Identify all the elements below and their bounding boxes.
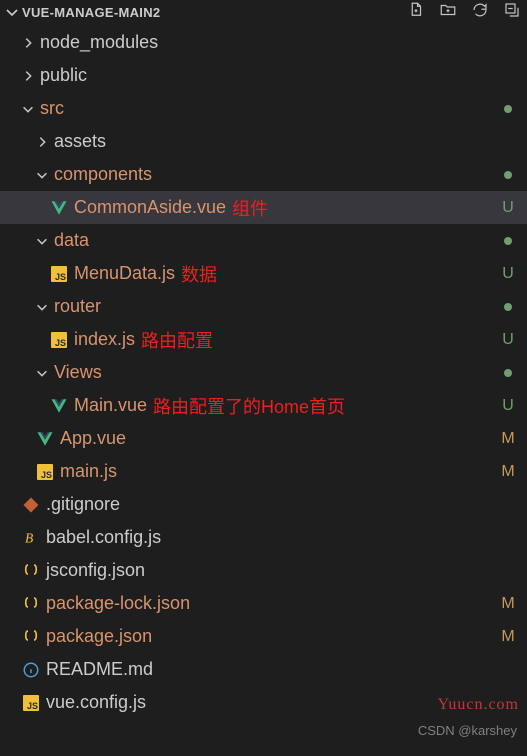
chevron-right-icon[interactable] (34, 135, 50, 149)
js-icon: JS (20, 695, 42, 711)
file-tree: node_modulespublic src assets components Com… (0, 24, 527, 719)
git-status-badge: U (499, 265, 517, 283)
header-actions (407, 1, 521, 24)
chevron-down-icon[interactable] (34, 366, 50, 380)
json-icon (20, 595, 42, 613)
file-label: .gitignore (46, 494, 120, 515)
tree-row[interactable]: JSindex.js 路由配置 U (0, 323, 527, 356)
tree-row[interactable]: data (0, 224, 527, 257)
tree-row[interactable]: CommonAside.vue 组件 U (0, 191, 527, 224)
git-modified-dot-icon (499, 369, 517, 377)
tree-row[interactable]: Bbabel.config.js (0, 521, 527, 554)
folder-label: public (40, 65, 87, 86)
git-status-badge: U (499, 331, 517, 349)
new-folder-icon[interactable] (439, 1, 457, 24)
file-label: MenuData.js (74, 263, 175, 284)
file-label: Main.vue (74, 395, 147, 416)
git-status-badge: M (499, 430, 517, 448)
json-icon (20, 628, 42, 646)
tree-row[interactable]: jsconfig.json (0, 554, 527, 587)
file-label: package.json (46, 626, 152, 647)
tree-row[interactable]: App.vue M (0, 422, 527, 455)
js-icon: JS (34, 464, 56, 480)
explorer-header: VUE-MANAGE-MAIN2 (0, 0, 527, 24)
watermark-site: Yuucn.com (438, 696, 519, 714)
tree-row[interactable]: package-lock.json M (0, 587, 527, 620)
chevron-down-icon[interactable] (4, 4, 20, 20)
annotation-label: 路由配置 (141, 327, 213, 353)
file-label: App.vue (60, 428, 126, 449)
tree-row[interactable]: package.json M (0, 620, 527, 653)
folder-label: components (54, 164, 152, 185)
tree-row[interactable]: public (0, 59, 527, 92)
git-status-badge: U (499, 397, 517, 415)
tree-row[interactable]: router (0, 290, 527, 323)
folder-label: router (54, 296, 101, 317)
git-status-badge: M (499, 628, 517, 646)
watermark-author: CSDN @karshey (418, 723, 517, 738)
file-label: jsconfig.json (46, 560, 145, 581)
folder-label: src (40, 98, 64, 119)
file-label: index.js (74, 329, 135, 350)
annotation-label: 组件 (232, 195, 268, 221)
tree-row[interactable]: README.md (0, 653, 527, 686)
folder-label: data (54, 230, 89, 251)
chevron-down-icon[interactable] (34, 234, 50, 248)
collapse-all-icon[interactable] (503, 1, 521, 24)
git-status-badge: M (499, 463, 517, 481)
annotation-label: 路由配置了的Home首页 (153, 393, 345, 419)
chevron-right-icon[interactable] (20, 69, 36, 83)
chevron-down-icon[interactable] (20, 102, 36, 116)
project-title: VUE-MANAGE-MAIN2 (22, 5, 407, 20)
tree-row[interactable]: components (0, 158, 527, 191)
file-label: main.js (60, 461, 117, 482)
git-icon (20, 496, 42, 514)
tree-row[interactable]: src (0, 92, 527, 125)
vue-icon (48, 199, 70, 217)
git-modified-dot-icon (499, 237, 517, 245)
file-label: vue.config.js (46, 692, 146, 713)
chevron-down-icon[interactable] (34, 300, 50, 314)
folder-label: node_modules (40, 32, 158, 53)
file-label: README.md (46, 659, 153, 680)
new-file-icon[interactable] (407, 1, 425, 24)
git-status-badge: U (499, 199, 517, 217)
annotation-label: 数据 (181, 261, 217, 287)
tree-row[interactable]: assets (0, 125, 527, 158)
js-icon: JS (48, 332, 70, 348)
tree-row[interactable]: .gitignore (0, 488, 527, 521)
git-modified-dot-icon (499, 303, 517, 311)
tree-row[interactable]: node_modules (0, 26, 527, 59)
tree-row[interactable]: JSMenuData.js 数据 U (0, 257, 527, 290)
git-modified-dot-icon (499, 105, 517, 113)
chevron-down-icon[interactable] (34, 168, 50, 182)
chevron-right-icon[interactable] (20, 36, 36, 50)
refresh-icon[interactable] (471, 1, 489, 24)
info-icon (20, 661, 42, 679)
git-modified-dot-icon (499, 171, 517, 179)
json-icon (20, 562, 42, 580)
vue-icon (34, 430, 56, 448)
tree-row[interactable]: Views (0, 356, 527, 389)
file-label: package-lock.json (46, 593, 190, 614)
svg-text:B: B (25, 530, 33, 545)
vue-icon (48, 397, 70, 415)
folder-label: assets (54, 131, 106, 152)
file-label: CommonAside.vue (74, 197, 226, 218)
js-icon: JS (48, 266, 70, 282)
file-label: babel.config.js (46, 527, 161, 548)
folder-label: Views (54, 362, 102, 383)
tree-row[interactable]: JSmain.js M (0, 455, 527, 488)
babel-icon: B (20, 529, 42, 547)
git-status-badge: M (499, 595, 517, 613)
tree-row[interactable]: Main.vue 路由配置了的Home首页 U (0, 389, 527, 422)
